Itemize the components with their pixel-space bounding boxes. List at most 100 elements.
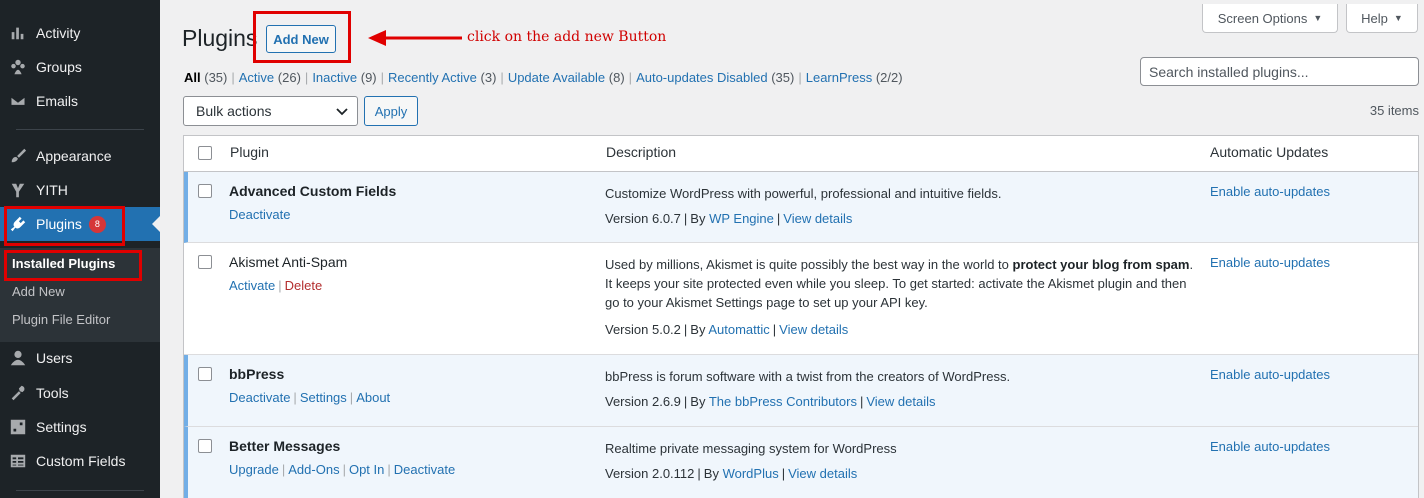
admin-sidebar: Activity Groups Emails Appearance YITH P… — [0, 0, 160, 498]
deactivate-link[interactable]: Deactivate — [229, 207, 290, 222]
sidebar-item-tools[interactable]: Tools — [0, 376, 160, 410]
view-details-link[interactable]: View details — [783, 211, 852, 226]
sidebar-item-label: Appearance — [36, 148, 112, 164]
enable-auto-updates-link[interactable]: Enable auto-updates — [1210, 255, 1330, 270]
sidebar-item-settings[interactable]: Settings — [0, 410, 160, 444]
enable-auto-updates-link[interactable]: Enable auto-updates — [1210, 439, 1330, 454]
filter-all[interactable]: All (35) — [184, 70, 227, 85]
help-button[interactable]: Help ▼ — [1346, 4, 1418, 33]
plugin-meta: Version 2.0.112 | By WordPlus | View details — [605, 466, 858, 481]
column-header-plugin: Plugin — [230, 144, 269, 160]
row-checkbox[interactable] — [198, 367, 212, 381]
caret-down-icon: ▼ — [1393, 13, 1403, 23]
upgrade-link[interactable]: Upgrade — [229, 462, 279, 477]
filter-active[interactable]: Active (26) — [239, 70, 301, 85]
select-all-checkbox[interactable] — [198, 146, 212, 160]
add-ons-link[interactable]: Add-Ons — [288, 462, 339, 477]
annotation-text: click on the add new Button — [467, 29, 667, 45]
table-row: Better Messages Upgrade | Add-Ons | Opt In | D… — [184, 427, 1418, 498]
row-checkbox[interactable] — [198, 255, 212, 269]
plugin-meta: Version 2.6.9 | By The bbPress Contributor… — [605, 394, 936, 409]
table-header: Plugin Description Automatic Updates — [184, 136, 1418, 172]
bulk-actions-select[interactable]: Bulk actions — [183, 96, 358, 126]
bulk-actions-value: Bulk actions — [196, 103, 272, 119]
search-plugins-input[interactable] — [1140, 57, 1419, 86]
sidebar-item-label: Groups — [36, 59, 82, 75]
plugin-meta: Version 6.0.7 | By WP Engine | View details — [605, 211, 853, 226]
plugin-name: Better Messages — [229, 438, 341, 454]
author-link[interactable]: Automattic — [708, 322, 769, 337]
plugin-name: bbPress — [229, 366, 285, 382]
settings-icon — [8, 417, 28, 437]
filter-inactive[interactable]: Inactive (9) — [312, 70, 376, 85]
caret-down-icon: ▼ — [1313, 13, 1323, 23]
row-actions: Deactivate — [229, 207, 290, 222]
view-details-link[interactable]: View details — [866, 394, 935, 409]
activity-icon — [8, 23, 28, 43]
sidebar-separator — [16, 490, 144, 491]
chevron-down-icon — [336, 108, 348, 116]
screen-options-button[interactable]: Screen Options ▼ — [1202, 4, 1338, 33]
status-filters: All (35) | Active (26) | Inactive (9) | Recent… — [184, 70, 903, 85]
sidebar-item-custom-fields[interactable]: Custom Fields — [0, 444, 160, 478]
plugin-name: Advanced Custom Fields — [229, 183, 397, 199]
sidebar-item-activity[interactable]: Activity — [0, 16, 160, 50]
table-row: bbPress Deactivate | Settings | About bbPres… — [184, 355, 1418, 427]
screen-options-label: Screen Options — [1217, 10, 1308, 26]
row-checkbox[interactable] — [198, 439, 212, 453]
tools-icon — [8, 383, 28, 403]
deactivate-link[interactable]: Deactivate — [394, 462, 455, 477]
sidebar-item-users[interactable]: Users — [0, 341, 160, 375]
column-header-description: Description — [606, 144, 677, 160]
help-label: Help — [1361, 10, 1388, 26]
submenu-add-new[interactable]: Add New — [12, 284, 65, 299]
plugin-meta: Version 5.0.2 | By Automattic | View details — [605, 322, 849, 337]
sidebar-item-label: Activity — [36, 25, 81, 41]
email-icon — [8, 91, 28, 111]
sidebar-separator — [16, 129, 144, 130]
sidebar-item-groups[interactable]: Groups — [0, 50, 160, 84]
column-header-automatic-updates: Automatic Updates — [1210, 144, 1329, 160]
plugin-description: bbPress is forum software with a twist f… — [605, 369, 1011, 384]
view-details-link[interactable]: View details — [788, 466, 857, 481]
filter-recently-active[interactable]: Recently Active (3) — [388, 70, 496, 85]
settings-link[interactable]: Settings — [300, 390, 347, 405]
row-checkbox[interactable] — [198, 184, 212, 198]
plugins-table: Plugin Description Automatic Updates Adv… — [183, 135, 1419, 498]
users-icon — [8, 348, 28, 368]
apply-button[interactable]: Apply — [364, 96, 418, 126]
author-link[interactable]: WordPlus — [723, 466, 779, 481]
delete-link[interactable]: Delete — [285, 278, 323, 293]
sidebar-item-emails[interactable]: Emails — [0, 84, 160, 118]
row-actions: Deactivate | Settings | About — [229, 390, 391, 405]
yith-logo-icon — [8, 180, 28, 200]
table-row: Advanced Custom Fields Deactivate Custom… — [184, 172, 1418, 243]
author-link[interactable]: The bbPress Contributors — [709, 394, 857, 409]
sidebar-item-label: YITH — [36, 182, 68, 198]
deactivate-link[interactable]: Deactivate — [229, 390, 290, 405]
sidebar-item-appearance[interactable]: Appearance — [0, 139, 160, 173]
appearance-brush-icon — [8, 146, 28, 166]
activate-link[interactable]: Activate — [229, 278, 275, 293]
annotation-box-add-new — [253, 11, 351, 63]
filter-auto-updates-disabled[interactable]: Auto-updates Disabled (35) — [636, 70, 794, 85]
view-details-link[interactable]: View details — [779, 322, 848, 337]
groups-icon — [8, 57, 28, 77]
plugin-description: Used by millions, Akismet is quite possi… — [605, 257, 1194, 310]
sidebar-item-label: Emails — [36, 93, 79, 109]
items-count: 35 items — [1369, 103, 1419, 118]
author-link[interactable]: WP Engine — [709, 211, 774, 226]
sidebar-item-yith[interactable]: YITH — [0, 173, 160, 207]
enable-auto-updates-link[interactable]: Enable auto-updates — [1210, 184, 1330, 199]
table-row: Akismet Anti-Spam Activate | Delete Used b… — [184, 243, 1418, 355]
annotation-arrow-icon — [368, 30, 462, 46]
filter-learnpress[interactable]: LearnPress (2/2) — [806, 70, 903, 85]
opt-in-link[interactable]: Opt In — [349, 462, 384, 477]
plugin-name: Akismet Anti-Spam — [229, 254, 348, 270]
row-actions: Activate | Delete — [229, 278, 323, 293]
annotation-box-installed-plugins — [4, 250, 142, 281]
filter-update-available[interactable]: Update Available (8) — [508, 70, 625, 85]
submenu-plugin-file-editor[interactable]: Plugin File Editor — [12, 312, 110, 327]
enable-auto-updates-link[interactable]: Enable auto-updates — [1210, 367, 1330, 382]
about-link[interactable]: About — [356, 390, 390, 405]
